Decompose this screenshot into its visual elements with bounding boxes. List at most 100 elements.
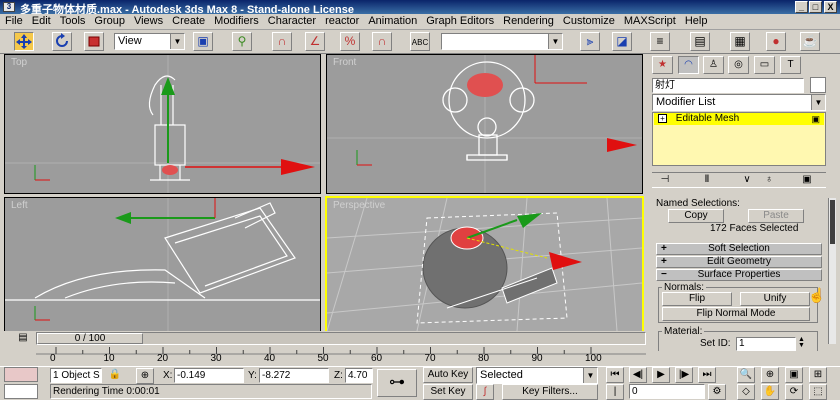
select-and-move-button[interactable] bbox=[14, 32, 34, 51]
viewport-label-perspective[interactable]: Perspective bbox=[333, 200, 385, 211]
go-to-start-icon[interactable]: ⏮ bbox=[606, 367, 624, 383]
maxscript-listener-output[interactable] bbox=[4, 384, 38, 399]
menu-rendering[interactable]: Rendering bbox=[498, 14, 558, 29]
motion-tab[interactable]: ◎ bbox=[728, 56, 749, 74]
set-id-spinner[interactable]: 1 bbox=[736, 337, 796, 351]
modifier-list-combo[interactable]: Modifier List ▼ bbox=[652, 94, 826, 111]
menu-group[interactable]: Group bbox=[89, 14, 129, 29]
absolute-mode-icon[interactable]: ⊕ bbox=[136, 368, 154, 384]
select-and-rotate-button[interactable] bbox=[52, 32, 72, 51]
go-to-end-icon[interactable]: ⏭ bbox=[698, 367, 716, 383]
viewport-front[interactable]: Front bbox=[326, 54, 643, 194]
maxscript-listener-mini[interactable] bbox=[4, 367, 38, 382]
edit-named-selection-button[interactable]: ABC bbox=[410, 32, 430, 51]
surface-properties-rollout[interactable]: − Surface Properties bbox=[656, 269, 822, 281]
time-slider-track[interactable]: 0 / 100 bbox=[36, 332, 646, 345]
default-in-out-tangent-button[interactable]: ⊶ bbox=[377, 369, 417, 397]
time-configuration-icon[interactable]: ⚙ bbox=[708, 384, 726, 400]
viewport-top[interactable]: Top bbox=[4, 54, 321, 194]
zoom-extents-icon[interactable]: ▣ bbox=[785, 367, 803, 383]
zoom-all-icon[interactable]: ⊕ bbox=[761, 367, 779, 383]
object-name-field[interactable]: 射灯 bbox=[652, 78, 804, 93]
flip-normal-mode-button[interactable]: Flip Normal Mode bbox=[662, 307, 810, 321]
viewport-left[interactable]: Left bbox=[4, 197, 321, 332]
key-mode-toggle-icon[interactable]: |◀▶| bbox=[606, 384, 624, 400]
spinner-arrows-icon[interactable]: ▲ ▼ bbox=[798, 336, 805, 349]
menu-reactor[interactable]: reactor bbox=[320, 14, 363, 29]
menu-graph-editors[interactable]: Graph Editors bbox=[421, 14, 498, 29]
viewport-label-top[interactable]: Top bbox=[11, 57, 27, 68]
create-tab[interactable]: ★ bbox=[652, 56, 673, 74]
time-config-icon[interactable]: ▤ bbox=[14, 331, 32, 347]
viewport-perspective[interactable]: Perspective bbox=[325, 196, 644, 333]
menu-character[interactable]: Character bbox=[263, 14, 320, 29]
zoom-extents-all-icon[interactable]: ⊞ bbox=[809, 367, 827, 383]
remove-modifier-icon[interactable]: ♁ bbox=[760, 173, 778, 189]
menu-views[interactable]: Views bbox=[129, 14, 167, 29]
tangent-icon[interactable]: ∫ bbox=[476, 384, 494, 400]
align-button[interactable]: ◪ bbox=[612, 32, 632, 51]
viewport-label-left[interactable]: Left bbox=[11, 200, 28, 211]
reference-coordinate-combo[interactable]: View ▼ bbox=[114, 33, 185, 50]
display-tab[interactable]: ▭ bbox=[754, 56, 775, 74]
maximize-button[interactable]: □ bbox=[809, 1, 822, 13]
angle-snap-button[interactable]: ∠ bbox=[305, 32, 325, 51]
x-coordinate-field[interactable]: -0.149 bbox=[174, 368, 244, 383]
configure-modifier-sets-icon[interactable]: ▣ bbox=[798, 173, 816, 189]
panel-scrollbar[interactable] bbox=[828, 198, 836, 344]
select-and-scale-button[interactable] bbox=[84, 32, 104, 51]
modifier-stack-item[interactable]: + Editable Mesh ▣ bbox=[654, 113, 824, 125]
viewport-label-front[interactable]: Front bbox=[333, 57, 356, 68]
pin-stack-icon[interactable]: ⊣ bbox=[656, 173, 674, 189]
hierarchy-tab[interactable]: ♙ bbox=[703, 56, 724, 74]
pivot-center-button[interactable]: ▣ bbox=[193, 32, 213, 51]
unify-button[interactable]: Unify bbox=[740, 292, 810, 306]
key-selection-combo[interactable]: Selected ▼ bbox=[476, 367, 598, 384]
schematic-view-button[interactable]: ▦ bbox=[730, 32, 750, 51]
menu-file[interactable]: File bbox=[0, 14, 27, 29]
named-selection-set-combo[interactable]: ▼ bbox=[441, 33, 563, 50]
zoom-icon[interactable]: 🔍 bbox=[737, 367, 755, 383]
menu-maxscript[interactable]: MAXScript bbox=[619, 14, 680, 29]
app-icon[interactable]: 3 bbox=[3, 2, 15, 12]
panel-scrollbar-thumb[interactable] bbox=[830, 200, 835, 244]
menu-create[interactable]: Create bbox=[167, 14, 209, 29]
track-bar[interactable]: 0 10 20 30 40 50 60 70 80 90 100 bbox=[36, 346, 646, 366]
manipulate-button[interactable]: ⚲ bbox=[232, 32, 252, 51]
modify-tab[interactable]: ◠ bbox=[678, 56, 699, 74]
menu-animation[interactable]: Animation bbox=[363, 14, 421, 29]
set-key-button[interactable]: Set Key bbox=[423, 384, 473, 400]
menu-modifiers[interactable]: Modifiers bbox=[209, 14, 263, 29]
arc-rotate-icon[interactable]: ⟳ bbox=[785, 384, 803, 400]
snap-toggle-button[interactable]: ∩ bbox=[272, 32, 292, 51]
previous-frame-icon[interactable]: ◀| bbox=[629, 367, 647, 383]
menu-help[interactable]: Help bbox=[680, 14, 712, 29]
menu-tools[interactable]: Tools bbox=[55, 14, 90, 29]
render-scene-button[interactable]: ☕ bbox=[800, 32, 820, 51]
soft-selection-rollout[interactable]: + Soft Selection bbox=[656, 243, 822, 255]
object-color-swatch[interactable] bbox=[810, 77, 826, 93]
pan-hand-icon[interactable]: ✋ bbox=[761, 384, 779, 400]
make-unique-icon[interactable]: ∨ bbox=[738, 173, 756, 189]
flip-button[interactable]: Flip bbox=[662, 292, 732, 306]
utilities-tab[interactable]: T bbox=[780, 56, 801, 74]
lock-icon[interactable]: 🔒 bbox=[106, 368, 124, 384]
minimize-button[interactable]: _ bbox=[795, 1, 808, 13]
current-frame-field[interactable]: 0 bbox=[629, 384, 705, 399]
edit-geometry-rollout[interactable]: + Edit Geometry bbox=[656, 256, 822, 268]
material-editor-button[interactable]: ● bbox=[766, 32, 786, 51]
play-icon[interactable]: ▶ bbox=[652, 367, 670, 383]
mirror-button[interactable]: ⫸ bbox=[580, 32, 600, 51]
layer-manager-button[interactable]: ≡ bbox=[650, 32, 670, 51]
show-end-result-icon[interactable]: Ⅱ bbox=[698, 173, 716, 189]
auto-key-button[interactable]: Auto Key bbox=[423, 367, 473, 383]
menu-customize[interactable]: Customize bbox=[558, 14, 619, 29]
close-button[interactable]: X bbox=[824, 1, 837, 13]
paste-button[interactable]: Paste bbox=[748, 209, 804, 223]
field-of-view-icon[interactable]: ◇ bbox=[737, 384, 755, 400]
percent-snap-button[interactable]: % bbox=[340, 32, 360, 51]
spinner-snap-button[interactable]: ∩ bbox=[372, 32, 392, 51]
key-filters-button[interactable]: Key Filters... bbox=[502, 384, 598, 400]
copy-button[interactable]: Copy bbox=[668, 209, 724, 223]
curve-editor-button[interactable]: ▤ bbox=[690, 32, 710, 51]
